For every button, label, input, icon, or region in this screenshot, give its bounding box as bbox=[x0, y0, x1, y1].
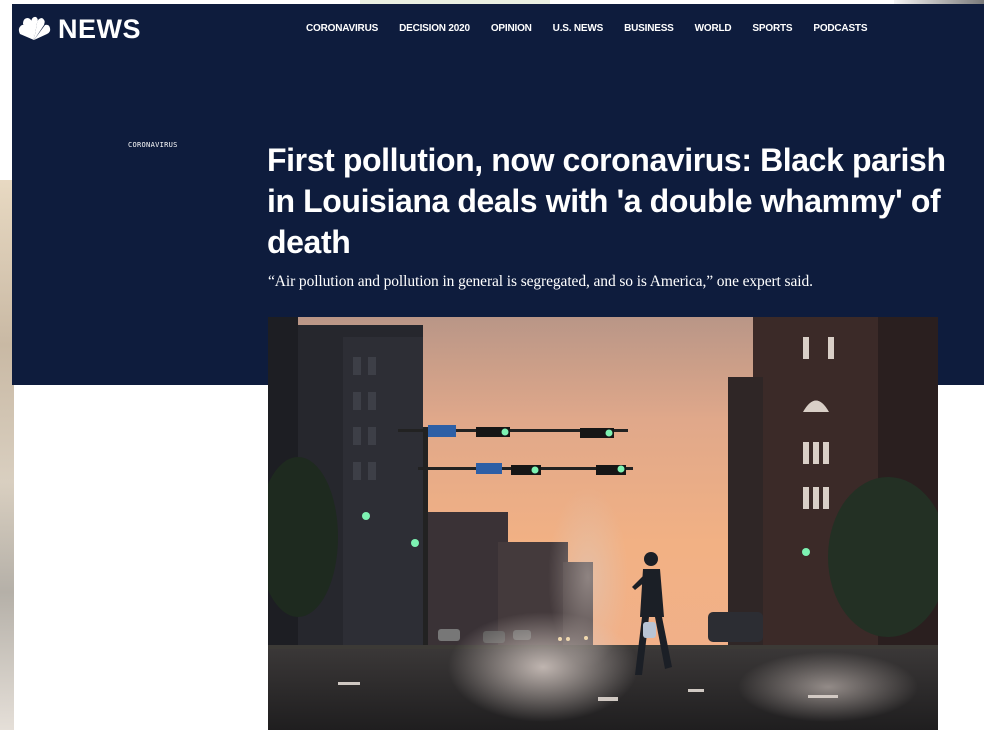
section-label[interactable]: CORONAVIRUS bbox=[128, 141, 178, 149]
hero-photo bbox=[268, 317, 938, 730]
site-logo[interactable]: NEWS bbox=[16, 14, 141, 44]
nav-item-decision-2020[interactable]: DECISION 2020 bbox=[399, 22, 470, 36]
nav-item-coronavirus[interactable]: CORONAVIRUS bbox=[306, 22, 378, 36]
nav-item-us-news[interactable]: U.S. NEWS bbox=[553, 22, 604, 36]
main-nav: CORONAVIRUS DECISION 2020 OPINION U.S. N… bbox=[306, 22, 868, 36]
nav-item-world[interactable]: WORLD bbox=[695, 22, 732, 36]
peacock-icon bbox=[18, 16, 51, 40]
nav-item-podcasts[interactable]: PODCASTS bbox=[813, 22, 867, 36]
logo-text: NEWS bbox=[58, 13, 141, 44]
nav-item-sports[interactable]: SPORTS bbox=[752, 22, 792, 36]
article-dek: “Air pollution and pollution in general … bbox=[268, 273, 813, 290]
article-headline: First pollution, now coronavirus: Black … bbox=[267, 142, 946, 260]
nav-item-opinion[interactable]: OPINION bbox=[491, 22, 532, 36]
nav-item-business[interactable]: BUSINESS bbox=[624, 22, 674, 36]
